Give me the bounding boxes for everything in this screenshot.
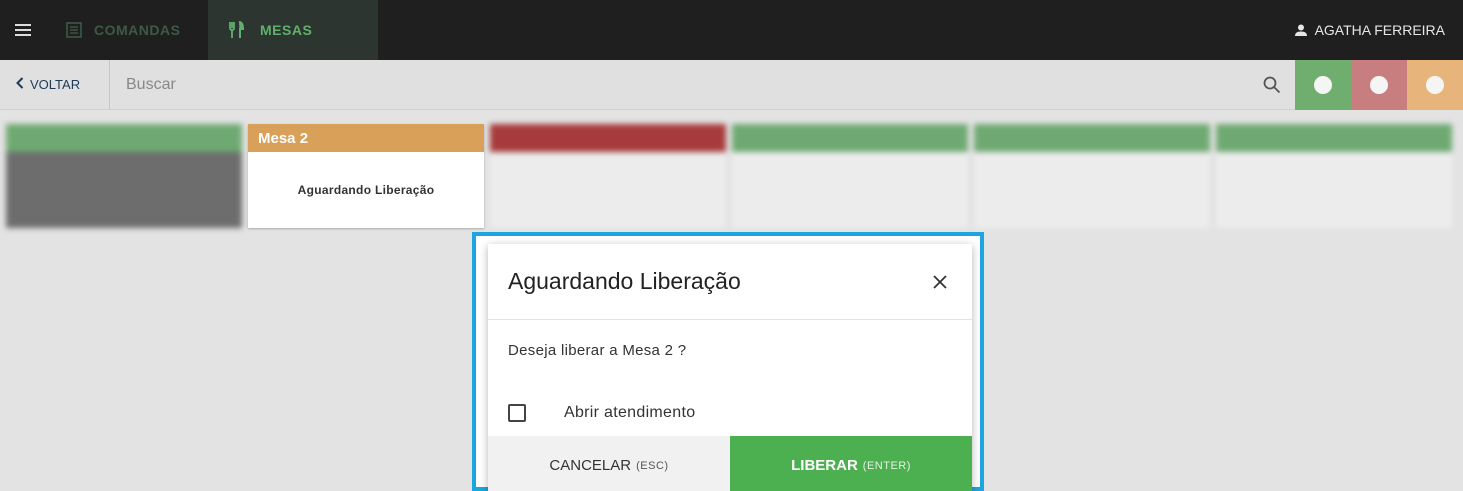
- close-button[interactable]: [928, 268, 952, 296]
- cancel-button[interactable]: CANCELAR (ESC): [488, 436, 730, 491]
- tab-mesas-label: MESAS: [260, 22, 313, 38]
- table-card-title: Mesa 2: [248, 124, 484, 152]
- table-card[interactable]: [6, 124, 242, 228]
- table-card[interactable]: [490, 124, 726, 228]
- user-menu[interactable]: AGATHA FERREIRA: [1294, 0, 1463, 60]
- release-button[interactable]: LIBERAR (ENTER): [730, 436, 972, 491]
- tab-mesas[interactable]: MESAS: [208, 0, 378, 60]
- filter-occupied-button[interactable]: [1351, 59, 1407, 110]
- filter-pending-button[interactable]: [1407, 59, 1463, 110]
- tab-comandas-label: COMANDAS: [94, 22, 181, 38]
- status-dot-icon: [1314, 75, 1332, 94]
- dialog-title: Aguardando Liberação: [508, 268, 741, 294]
- chevron-left-icon: [16, 77, 24, 92]
- top-navbar: COMANDAS MESAS AGATHA FERREIRA: [0, 0, 1463, 60]
- status-dot-icon: [1426, 75, 1444, 94]
- back-label: VOLTAR: [30, 77, 81, 92]
- release-shortcut-hint: (ENTER): [862, 459, 911, 472]
- filter-free-button[interactable]: [1295, 59, 1351, 110]
- tab-comandas[interactable]: COMANDAS: [46, 0, 208, 60]
- dialog-message: Deseja liberar a Mesa 2 ?: [508, 342, 687, 359]
- table-card[interactable]: [1216, 124, 1452, 228]
- close-icon: [933, 274, 947, 289]
- back-button[interactable]: VOLTAR: [0, 59, 110, 110]
- open-service-option[interactable]: Abrir atendimento: [488, 378, 972, 436]
- search-input[interactable]: [110, 60, 1249, 109]
- open-service-label: Abrir atendimento: [564, 404, 696, 421]
- cancel-shortcut-hint: (ESC): [636, 459, 669, 472]
- table-card[interactable]: [732, 124, 968, 228]
- release-table-dialog: Aguardando Liberação Deseja liberar a Me…: [488, 244, 972, 491]
- dialog-highlight-frame: Aguardando Liberação Deseja liberar a Me…: [472, 232, 984, 491]
- user-name: AGATHA FERREIRA: [1314, 22, 1445, 38]
- open-service-checkbox[interactable]: [508, 404, 526, 422]
- cancel-label: CANCELAR: [549, 457, 632, 474]
- dialog-actions: CANCELAR (ESC) LIBERAR (ENTER): [488, 436, 972, 491]
- search-icon: [1263, 76, 1281, 93]
- table-card-status: Aguardando Liberação: [297, 183, 435, 197]
- fork-knife-icon: [228, 21, 248, 39]
- list-icon: [66, 22, 82, 38]
- search-toolbar: VOLTAR: [0, 59, 1463, 110]
- hamburger-icon: [15, 21, 31, 39]
- table-card-mesa-2[interactable]: Mesa 2 Aguardando Liberação: [248, 124, 484, 228]
- hamburger-menu-button[interactable]: [0, 0, 46, 60]
- person-icon: [1294, 24, 1307, 36]
- release-label: LIBERAR: [791, 457, 858, 474]
- dialog-header: Aguardando Liberação: [488, 244, 972, 320]
- search-button[interactable]: [1249, 76, 1295, 94]
- table-card[interactable]: [974, 124, 1210, 228]
- status-dot-icon: [1370, 75, 1388, 94]
